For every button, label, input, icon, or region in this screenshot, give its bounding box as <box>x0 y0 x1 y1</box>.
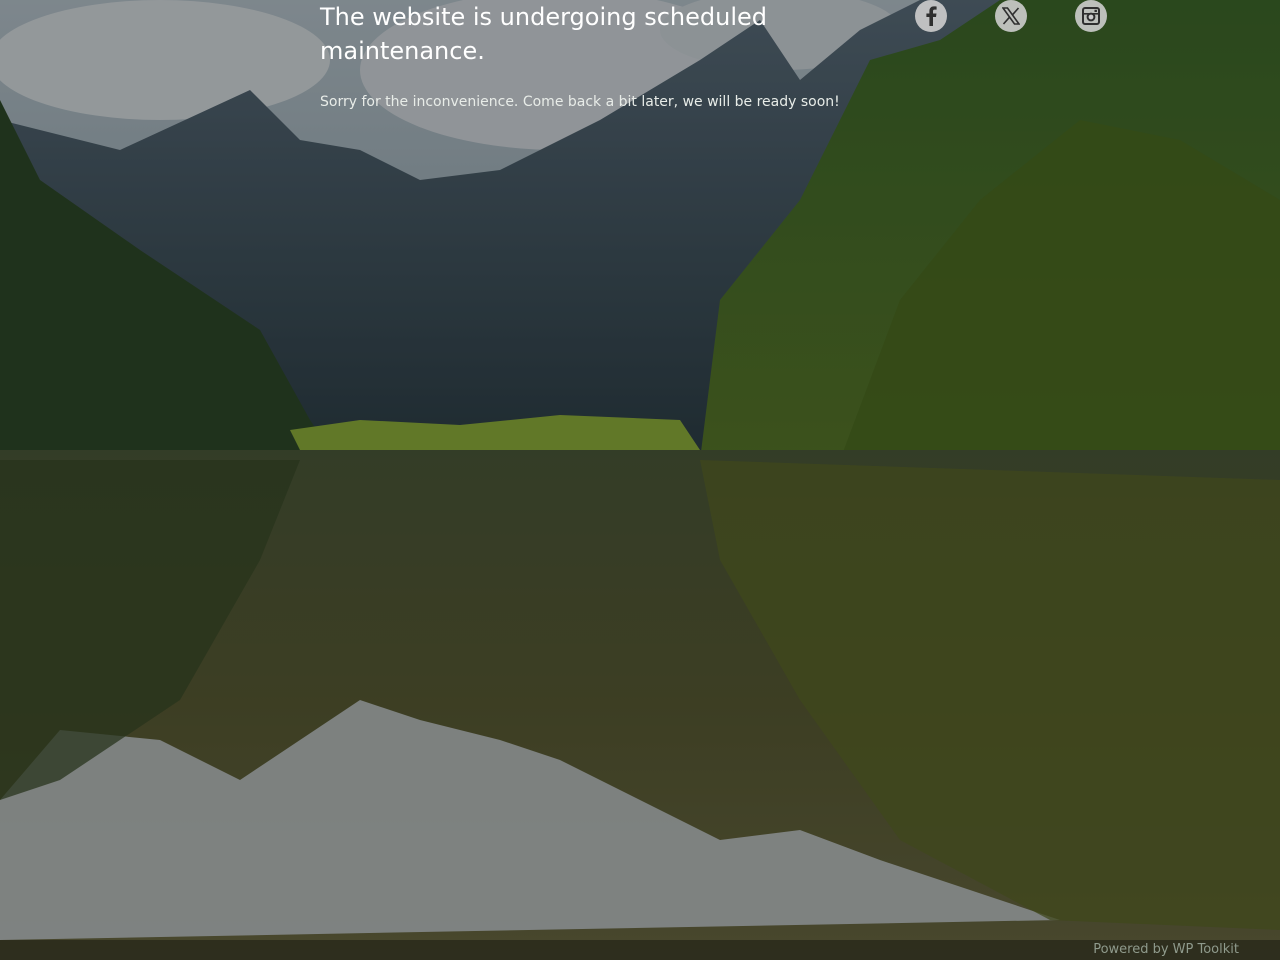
social-links <box>914 0 1114 34</box>
maintenance-message: Sorry for the inconvenience. Come back a… <box>320 94 840 110</box>
facebook-button[interactable] <box>915 0 947 32</box>
maintenance-content: The website is undergoing scheduled main… <box>320 0 840 112</box>
dark-overlay <box>0 0 1280 960</box>
instagram-button[interactable] <box>1075 0 1107 32</box>
footer-bar: Powered by WP Toolkit <box>0 940 1280 960</box>
facebook-icon <box>926 6 937 26</box>
maintenance-page: The website is undergoing scheduled main… <box>0 0 1280 960</box>
wp-toolkit-link[interactable]: WP Toolkit <box>1173 942 1239 957</box>
instagram-icon <box>1082 7 1100 25</box>
x-twitter-icon <box>1002 7 1020 25</box>
powered-by-prefix: Powered by <box>1093 942 1173 957</box>
x-twitter-button[interactable] <box>995 0 1027 32</box>
page-title: The website is undergoing scheduled main… <box>320 3 767 65</box>
powered-by-text: Powered by WP Toolkit <box>1093 941 1239 959</box>
